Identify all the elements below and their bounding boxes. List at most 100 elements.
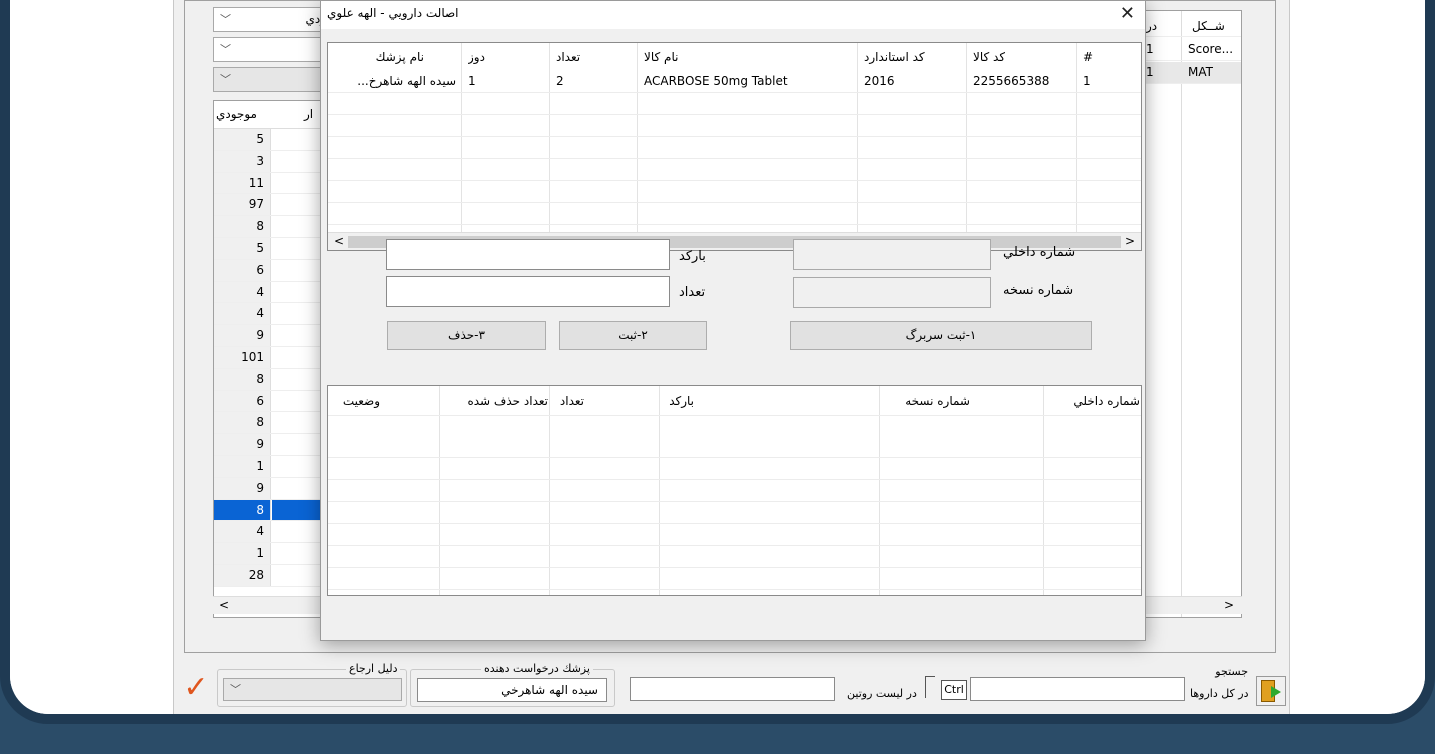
filter-combo-1[interactable]: ودي ﹀ — [213, 7, 333, 32]
all-drugs-label: در كل داروها — [1190, 687, 1249, 700]
chevron-down-icon: ﹀ — [220, 73, 231, 86]
scroll-right-icon[interactable]: > — [1224, 598, 1234, 612]
search-label: جستجو — [1215, 665, 1248, 678]
count-label: تعداد — [679, 285, 706, 300]
table-row[interactable] — [328, 546, 1141, 568]
table-row[interactable] — [328, 93, 1141, 115]
stock-value: 28 — [214, 564, 271, 586]
stock-grid-rows: 5 3 11 97 8 5 6 4 4 9 101 8 6 8 9 1 9 8 4 1 28 — [214, 129, 332, 587]
stock-value: 4 — [214, 303, 271, 325]
barcode-label: باركد — [679, 249, 706, 264]
stock-value: 101 — [214, 346, 271, 368]
screen: ودي ﹀ ﹀ ﹀ موجودي ار 5 3 11 97 8 5 6 4 4 9 101 8 6 8 9 1… — [10, 0, 1425, 714]
column-header-code: كد كالا — [973, 50, 1006, 64]
table-row[interactable] — [328, 502, 1141, 524]
table-row[interactable]: 9 — [214, 477, 332, 500]
table-row[interactable]: 4 — [214, 303, 332, 326]
grid-header-row: وضعيت تعداد حذف شده تعداد باركد شماره نس… — [328, 386, 1141, 416]
table-row[interactable]: 8 — [214, 368, 332, 391]
cell-count: 2 — [556, 74, 564, 88]
close-icon[interactable]: ✕ — [1120, 3, 1135, 24]
cell-code: 2255665388 — [973, 74, 1050, 88]
count-input[interactable] — [386, 276, 670, 307]
table-row[interactable]: 9 — [214, 325, 332, 347]
stock-value: 9 — [214, 434, 271, 455]
table-row[interactable]: 8 — [214, 499, 332, 522]
table-row[interactable]: 1 — [214, 543, 332, 565]
filter-combo-3[interactable]: ﹀ — [213, 67, 333, 92]
chevron-down-icon: ﹀ — [230, 683, 241, 696]
table-row[interactable]: 4 — [214, 281, 332, 304]
stock-grid[interactable]: موجودي ار 5 3 11 97 8 5 6 4 4 9 101 8 6 8 9 1 9 8 4 1 28 — [213, 100, 333, 618]
column-header-deleted-count: تعداد حذف شده — [467, 394, 548, 408]
referral-reason-combo[interactable]: ﹀ — [223, 678, 402, 701]
scroll-right-icon[interactable]: > — [1125, 234, 1135, 248]
table-row[interactable] — [328, 137, 1141, 159]
table-row[interactable]: 6 — [214, 390, 332, 413]
table-row[interactable] — [328, 181, 1141, 203]
scanned-items-grid[interactable]: وضعيت تعداد حذف شده تعداد باركد شماره نس… — [327, 385, 1142, 596]
table-row[interactable]: 101 — [214, 346, 332, 369]
table-row[interactable] — [328, 115, 1141, 137]
column-header-status: وضعيت — [342, 394, 380, 408]
column-header-count: تعداد — [559, 394, 584, 408]
stock-grid-header: موجودي ار — [214, 101, 332, 129]
table-row[interactable]: 1 Score... — [1138, 39, 1241, 61]
table-row[interactable]: 97 — [214, 194, 332, 217]
table-row[interactable]: 3 — [214, 150, 332, 173]
form-grid-hscroll[interactable]: > — [1146, 596, 1242, 614]
chevron-down-icon: ﹀ — [220, 43, 231, 56]
column-header-barcode: باركد — [669, 394, 694, 408]
table-row[interactable]: 1 — [214, 455, 332, 478]
routine-checkbox[interactable] — [925, 676, 935, 698]
prescription-items-grid[interactable]: نام پزشك دوز تعداد نام كالا كد استاندارد… — [327, 42, 1142, 251]
table-row[interactable]: 1 MAT — [1138, 62, 1241, 84]
column-header-count: تعداد — [556, 50, 581, 64]
cell-shape: Score... — [1188, 42, 1234, 56]
table-row[interactable]: 8 — [214, 412, 332, 435]
table-row[interactable]: 11 — [214, 172, 332, 195]
barcode-input[interactable] — [386, 239, 670, 270]
routine-list-label: در ليست روتين — [847, 687, 917, 700]
exit-icon[interactable] — [1256, 676, 1286, 706]
scroll-left-icon[interactable]: < — [334, 234, 344, 248]
table-row[interactable]: 4 — [214, 521, 332, 544]
table-row[interactable]: 8 — [214, 216, 332, 238]
table-row[interactable] — [328, 568, 1141, 590]
form-grid-header: در شــكل — [1138, 11, 1241, 37]
requesting-doctor-field[interactable]: سيده الهه شاهرخي — [417, 678, 607, 702]
scroll-left-icon[interactable]: < — [219, 598, 229, 612]
table-row[interactable]: 5 — [214, 237, 332, 260]
table-row[interactable]: 9 — [214, 434, 332, 456]
register-header-button[interactable]: ۱-ثبت سربرگ — [790, 321, 1092, 350]
table-row[interactable]: 6 — [214, 259, 332, 282]
table-row[interactable]: 28 — [214, 564, 332, 587]
search-input[interactable] — [970, 677, 1185, 701]
confirm-check-icon[interactable]: ✓ — [180, 673, 212, 705]
register-button[interactable]: ۲-ثبت — [559, 321, 707, 350]
requesting-doctor-label: پزشك درخواست دهنده — [481, 662, 593, 675]
table-row[interactable] — [328, 524, 1141, 546]
stock-value: 5 — [214, 237, 271, 259]
form-grid[interactable]: در شــكل 1 Score... 1 MAT — [1137, 10, 1242, 618]
table-row[interactable] — [328, 159, 1141, 181]
routine-input[interactable] — [630, 677, 835, 701]
column-header-prescription-no: شماره نسخه — [905, 394, 970, 408]
device-frame: ودي ﹀ ﹀ ﹀ موجودي ار 5 3 11 97 8 5 6 4 4 9 101 8 6 8 9 1… — [0, 0, 1435, 724]
filter-combo-2[interactable]: ﹀ — [213, 37, 333, 62]
stock-grid-hscroll[interactable]: < — [213, 596, 333, 614]
table-row[interactable] — [328, 203, 1141, 225]
table-row[interactable] — [328, 480, 1141, 502]
stock-value: 11 — [214, 172, 271, 194]
stock-value: 4 — [214, 521, 271, 543]
delete-button[interactable]: ۳-حذف — [387, 321, 546, 350]
table-row[interactable] — [328, 436, 1141, 458]
dialog-title: اصالت دارويي - الهه علوي — [327, 6, 459, 20]
table-row[interactable] — [328, 458, 1141, 480]
column-header-shape: شــكل — [1192, 19, 1225, 33]
prescription-no-input[interactable] — [793, 277, 991, 308]
internal-no-input[interactable] — [793, 239, 991, 270]
table-row[interactable]: سيده الهه شاهرخ... 1 2 ACARBOSE 50mg Tab… — [328, 71, 1141, 93]
table-row[interactable]: 5 — [214, 129, 332, 151]
column-header-d: در — [1146, 19, 1158, 33]
